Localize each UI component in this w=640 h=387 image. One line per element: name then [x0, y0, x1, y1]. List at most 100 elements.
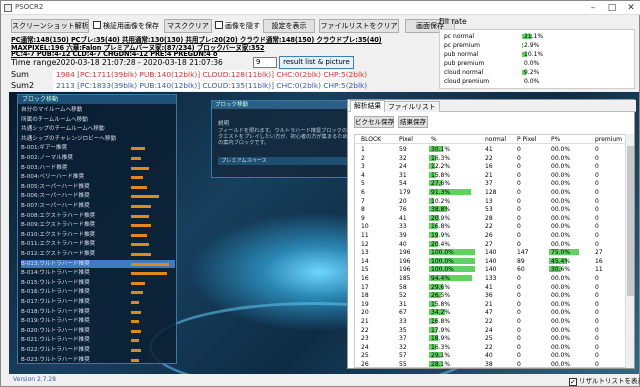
column-header[interactable]: Pixel: [399, 136, 413, 143]
table-row[interactable]: 1 59 30.1% 41 0 00.0% 0: [355, 145, 629, 154]
column-header[interactable]: premium: [595, 136, 622, 143]
table-row[interactable]: 18 52 26.5% 36 0 00.0% 0: [355, 291, 629, 300]
cell-pixel: 54: [399, 180, 407, 188]
result-save-button[interactable]: 結果保存: [398, 116, 428, 128]
cell-block: 2: [361, 154, 365, 162]
table-row[interactable]: 25 57 29.1% 40 0 00.0% 0: [355, 351, 629, 360]
show-settings-button[interactable]: 設定を表示: [263, 19, 315, 33]
block-list-item-label: B-001:ギアー推奨: [21, 145, 68, 152]
table-row[interactable]: 23 37 18.9% 25 0 00.0% 0: [355, 334, 629, 343]
cell-premium: 0: [595, 163, 599, 171]
block-list-item-label: B-008:エクストラハード推奨: [21, 212, 96, 219]
block-list-item-label: B-004:ベリーハード推奨: [21, 174, 85, 181]
cell-block: 10: [361, 223, 369, 231]
column-header[interactable]: P Pixel: [517, 136, 536, 143]
cell-ppixel: 0: [517, 361, 521, 368]
table-row[interactable]: 3 24 12.2% 16 0 00.0% 0: [355, 162, 629, 171]
maximize-icon[interactable]: □: [602, 1, 622, 15]
table-row[interactable]: 21 33 16.8% 22 0 00.0% 0: [355, 317, 629, 326]
table-row[interactable]: 4 31 15.8% 21 0 00.0% 0: [355, 171, 629, 180]
block-list-item: B-018:ウルトラハード推奨: [21, 308, 175, 317]
save-verify-image-checkbox[interactable]: 検証用画像を保存: [93, 20, 159, 32]
checkbox-icon[interactable]: [215, 21, 223, 29]
tab-file-list[interactable]: ファイルリスト: [384, 101, 440, 112]
block-capacity-bar: [131, 185, 147, 189]
cell-pct: 29.6%: [429, 283, 475, 291]
column-header[interactable]: P%: [551, 136, 560, 143]
table-row[interactable]: 14 196 100.0% 140 89 45.4% 16: [355, 257, 629, 266]
block-info-header: ブロック移動: [212, 101, 350, 109]
fill-rate-bar: 0.0%: [522, 60, 570, 67]
checkbox-checked-icon[interactable]: ✓: [569, 378, 577, 386]
table-row[interactable]: 20 67 34.2% 47 0 00.0% 0: [355, 308, 629, 317]
show-results-checkbox[interactable]: ✓ リザルトリストを表示: [569, 375, 640, 386]
cell-block: 1: [361, 146, 365, 153]
cell-ppct: 00.0%: [549, 146, 589, 153]
table-row[interactable]: 5 54 27.6% 37 0 00.0% 0: [355, 179, 629, 188]
cell-normal: 140: [485, 249, 497, 257]
table-row[interactable]: 2 32 16.3% 22 0 00.0% 0: [355, 154, 629, 163]
cell-normal: 36: [485, 292, 493, 300]
table-row[interactable]: 12 40 20.4% 27 0 00.0% 0: [355, 240, 629, 249]
cell-ppct-value: 00.0%: [551, 180, 571, 188]
time-range-spin[interactable]: 9: [253, 57, 277, 68]
block-list-item-label: 所属のチームルームへ移動: [21, 116, 88, 123]
column-header[interactable]: BLOCK: [361, 136, 381, 143]
block-info-bar: プレミアムスペース: [218, 157, 348, 165]
table-row[interactable]: 10 33 16.8% 22 0 00.0% 0: [355, 222, 629, 231]
cell-block: 19: [361, 300, 369, 308]
column-header[interactable]: %: [431, 136, 437, 143]
cell-block: 3: [361, 163, 365, 171]
result-list-button[interactable]: result list & picture: [279, 56, 354, 69]
cell-ppixel: 0: [517, 189, 521, 196]
hide-image-checkbox[interactable]: 画像を隠す: [215, 20, 260, 32]
table-row[interactable]: 22 35 17.9% 24 0 00.0% 0: [355, 326, 629, 335]
table-row[interactable]: 19 31 15.8% 21 0 00.0% 0: [355, 300, 629, 309]
clear-file-list-button[interactable]: ファイルリストをクリア: [319, 19, 399, 33]
sum-value: 1984 [PC:1711(39blk) PUB:140(12blk)] CLO…: [56, 70, 368, 79]
results-scrollbar[interactable]: [625, 134, 634, 368]
cell-premium: 0: [595, 361, 599, 368]
pixel-save-button[interactable]: ビクセル保存: [354, 116, 394, 128]
close-icon[interactable]: ✕: [621, 1, 640, 15]
results-table: BLOCK Pixel% normal P Pixel P% premium 1 59 30.…: [354, 134, 630, 368]
table-row[interactable]: 17 58 29.6% 41 0 00.0% 0: [355, 283, 629, 292]
cell-ppixel: 0: [517, 300, 521, 308]
block-list-item: B-003:ハード推奨: [21, 164, 175, 173]
table-row[interactable]: 15 196 100.0% 140 60 30.6% 11: [355, 265, 629, 274]
minimize-icon[interactable]: –: [583, 1, 603, 15]
tab-analysis-results[interactable]: 解析結果: [350, 100, 386, 112]
checkbox-icon[interactable]: [93, 21, 101, 29]
table-row[interactable]: 11 39 19.9% 26 0 00.0% 0: [355, 231, 629, 240]
cell-block: 14: [361, 257, 369, 265]
block-capacity-bar: [131, 253, 151, 256]
table-row[interactable]: 24 32 16.3% 22 0 00.0% 0: [355, 343, 629, 352]
cell-block: 13: [361, 249, 369, 257]
cell-block: 12: [361, 240, 369, 248]
block-capacity-bar: [131, 166, 149, 170]
cell-block: 15: [361, 266, 369, 274]
cell-ppixel: 89: [517, 257, 525, 265]
table-row[interactable]: 9 41 20.9% 28 0 00.0% 0: [355, 214, 629, 223]
cell-ppct: 00.0%: [549, 215, 589, 222]
column-header[interactable]: normal: [485, 136, 506, 143]
scrollbar-thumb[interactable]: [627, 146, 634, 296]
table-row[interactable]: 26 55 28.1% 38 0 00.0% 0: [355, 360, 629, 368]
cell-pct: 30.1%: [429, 146, 475, 153]
cell-ppct-value: 00.0%: [551, 232, 571, 239]
table-row[interactable]: 16 185 94.4% 133 0 00.0% 0: [355, 274, 629, 283]
table-row[interactable]: 7 20 10.2% 13 0 00.0% 0: [355, 197, 629, 206]
cell-pixel: 35: [399, 326, 407, 334]
mask-clear-button[interactable]: マスククリア: [164, 19, 212, 33]
screenshot-analysis-button[interactable]: スクリーンショット解析: [11, 19, 89, 33]
fill-rate-name: cloud premium: [444, 78, 490, 85]
cell-pct-value: 15.8%: [431, 171, 451, 179]
table-row[interactable]: 13 196 100.0% 140 147 75.0% 27: [355, 248, 629, 257]
results-table-header: BLOCK Pixel% normal P Pixel P% premium: [355, 135, 629, 144]
table-row[interactable]: 8 76 38.8% 53 0 00.0% 0: [355, 205, 629, 214]
block-list-item: B-014:ウルトラハード推奨: [21, 269, 175, 278]
block-list-item: 共通シップのチャレンジロビーへ移動: [21, 135, 175, 144]
table-row[interactable]: 6 179 91.3% 128 0 00.0% 0: [355, 188, 629, 197]
cell-normal: 133: [485, 275, 497, 282]
block-list-item: B-006:スーパーハード推奨: [21, 192, 175, 201]
